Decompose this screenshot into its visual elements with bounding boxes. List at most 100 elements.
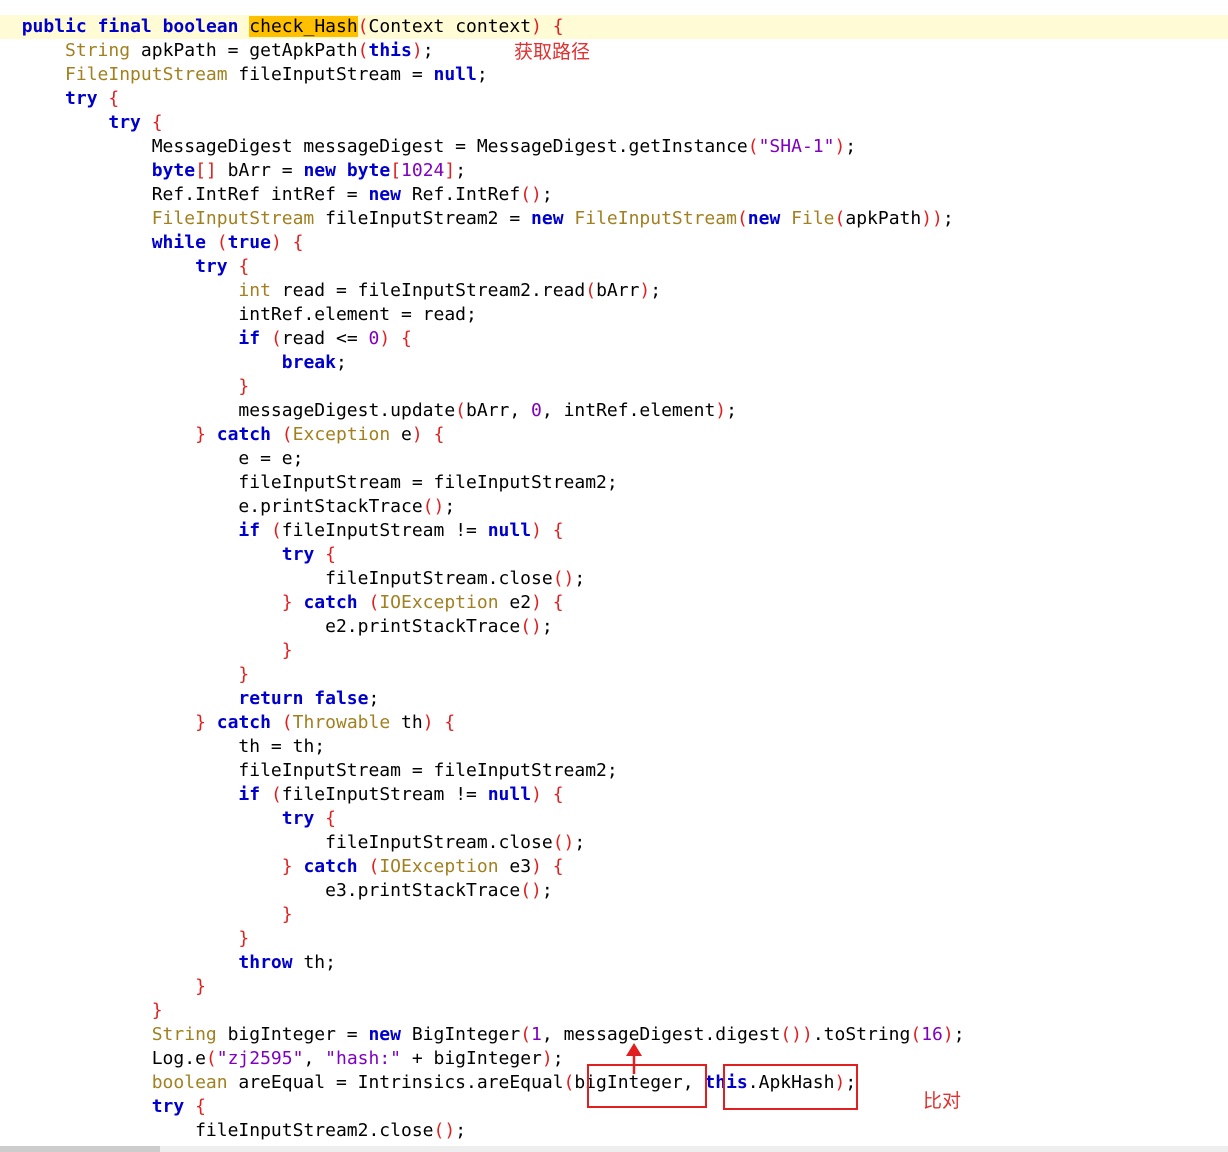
code-token: ; — [541, 880, 553, 901]
code-token: ()) — [780, 1024, 813, 1045]
code-token: ; — [541, 184, 553, 205]
code-token: apkPath = getApkPath — [130, 40, 358, 61]
code-line: e.printStackTrace(); — [0, 495, 1228, 519]
code-token: bigInteger = — [216, 1024, 369, 1045]
code-token: ; — [335, 352, 347, 373]
code-token: areEqual = Intrinsics.areEqual — [227, 1072, 564, 1093]
code-token: fileInputStream != — [281, 520, 488, 541]
code-token: ( — [357, 16, 369, 37]
code-token: e — [390, 424, 412, 445]
code-token: "SHA-1" — [758, 136, 835, 157]
code-token: ; — [552, 1048, 564, 1069]
code-token: 0 — [368, 328, 380, 349]
code-token: catch — [216, 712, 271, 733]
code-token: public — [21, 16, 87, 37]
code-token: FileInputStream — [574, 208, 737, 229]
code-token: ( — [270, 328, 282, 349]
code-token: ) — [531, 16, 542, 37]
code-line: Ref.IntRef intRef = new Ref.IntRef(); — [0, 183, 1228, 207]
code-token: String — [65, 40, 131, 61]
code-token: int — [238, 280, 271, 301]
code-token: e3 — [498, 856, 532, 877]
code-token: } — [281, 904, 293, 925]
code-token: if — [238, 784, 261, 805]
code-token: MessageDigest messageDigest = MessageDig… — [151, 136, 748, 157]
code-line: messageDigest.update(bArr, 0, intRef.ele… — [0, 399, 1228, 423]
code-token: fileInputStream != — [281, 784, 488, 805]
code-line: } catch (Exception e) { — [0, 423, 1228, 447]
code-token: try — [195, 256, 228, 277]
code-token: Exception — [292, 424, 391, 445]
code-token: ) — [379, 328, 391, 349]
code-line: public final boolean check_Hash(Context … — [0, 15, 1228, 39]
code-token: ( — [747, 136, 759, 157]
code-line: break; — [0, 351, 1228, 375]
code-token: ; — [574, 568, 586, 589]
code-token: intRef.element = read; — [238, 304, 477, 325]
annotation-get-path: 获取路径 — [514, 41, 591, 63]
code-line: e = e; — [0, 447, 1228, 471]
code-token: true — [227, 232, 271, 253]
code-token: Ref.IntRef — [400, 184, 521, 205]
code-token: th = th; — [238, 736, 326, 757]
code-token: } — [281, 592, 293, 613]
code-token: FileInputStream — [65, 64, 228, 85]
code-token: } — [238, 928, 250, 949]
code-token: ; — [455, 160, 467, 181]
code-token: th — [390, 712, 423, 733]
code-token: bArr = — [216, 160, 304, 181]
code-token: if — [238, 328, 261, 349]
code-token: catch — [303, 856, 358, 877]
code-token: { — [552, 16, 564, 37]
code-token: ) — [411, 40, 423, 61]
code-token: try — [151, 1096, 185, 1117]
code-token: throw — [238, 952, 293, 973]
arrow-up-icon — [626, 1043, 642, 1074]
code-line: } — [0, 663, 1228, 687]
code-token: ) — [541, 1048, 553, 1069]
code-token: { — [238, 256, 250, 277]
code-token: fileInputStream = — [227, 64, 434, 85]
code-token: ) — [942, 1024, 954, 1045]
code-token: e2 — [498, 592, 532, 613]
code-line: int read = fileInputStream2.read(bArr); — [0, 279, 1228, 303]
code-token: ; — [574, 832, 586, 853]
code-token: e2.printStackTrace — [325, 616, 521, 637]
code-token: { — [433, 424, 445, 445]
code-token: ) — [422, 712, 434, 733]
code-line: FileInputStream fileInputStream2 = new F… — [0, 207, 1228, 231]
code-line: fileInputStream.close(); — [0, 831, 1228, 855]
code-token: ( — [357, 40, 369, 61]
code-token: ( — [368, 592, 380, 613]
code-token: "zj2595" — [216, 1048, 304, 1069]
code-token: bArr — [596, 280, 640, 301]
code-token: read = fileInputStream2.read — [270, 280, 586, 301]
code-editor[interactable]: public final boolean check_Hash(Context … — [0, 0, 1228, 1152]
code-token: } — [195, 976, 206, 997]
code-line: th = th; — [0, 735, 1228, 759]
horizontal-scrollbar[interactable] — [0, 1146, 1228, 1152]
scrollbar-thumb[interactable] — [0, 1146, 160, 1152]
